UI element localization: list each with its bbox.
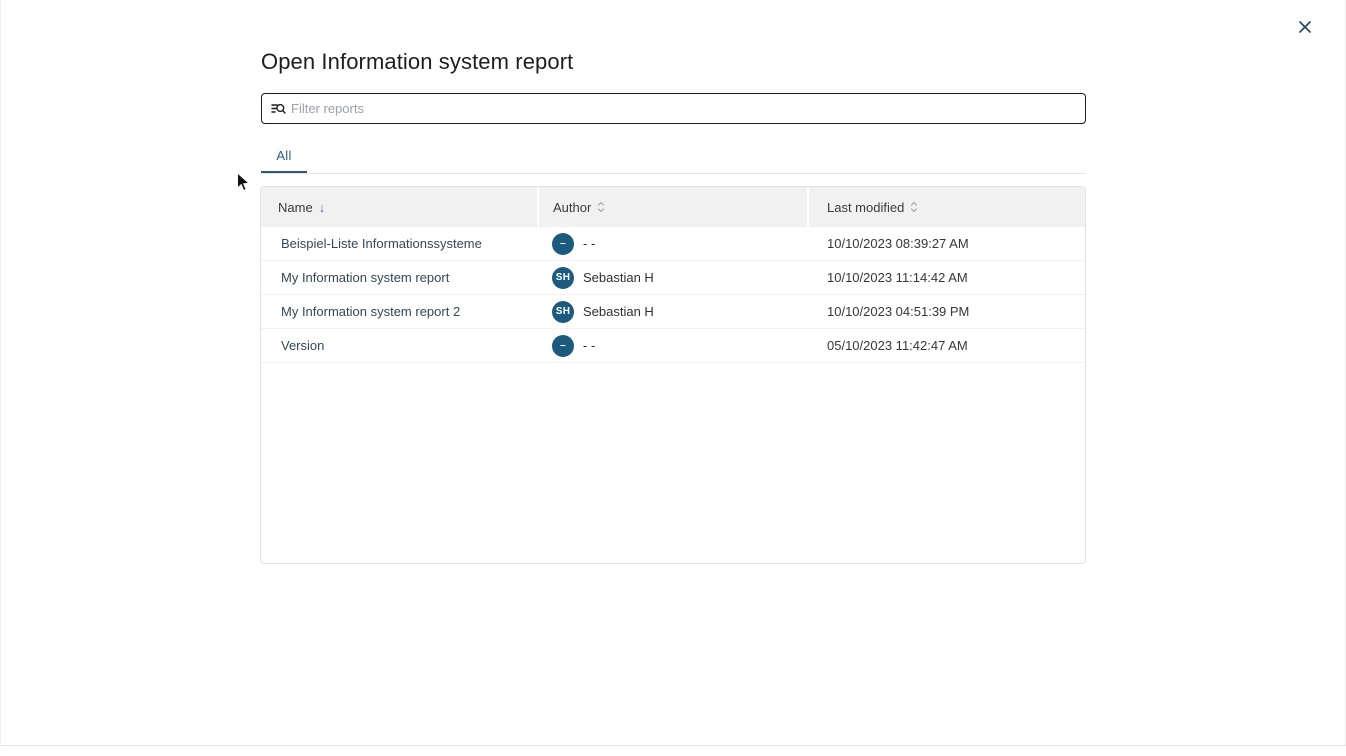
table-body: Beispiel-Liste Informationssysteme – - -…: [261, 227, 1085, 363]
filter-search-icon: [271, 101, 286, 116]
column-header-name[interactable]: Name ↓: [261, 187, 537, 227]
sort-unsorted-icon: [910, 201, 918, 213]
author-avatar: SH: [552, 301, 574, 323]
author-cell: SH Sebastian H: [539, 301, 809, 323]
mouse-cursor-icon: [236, 172, 251, 198]
author-cell: SH Sebastian H: [539, 267, 809, 289]
open-report-dialog: { "dialog": { "title": "Open Information…: [0, 0, 1346, 756]
table-row[interactable]: Version – - - 05/10/2023 11:42:47 AM: [261, 329, 1085, 363]
sort-descending-icon: ↓: [319, 200, 326, 215]
name-cell: My Information system report 2: [261, 303, 539, 321]
last-modified-cell: 10/10/2023 08:39:27 AM: [809, 236, 1085, 251]
reports-table: Name ↓ Author Last modified B: [260, 186, 1086, 564]
report-name-link[interactable]: Version: [281, 338, 324, 353]
report-name-link[interactable]: My Information system report 2: [281, 304, 460, 319]
column-label-author: Author: [553, 200, 591, 215]
column-header-last-modified[interactable]: Last modified: [809, 187, 1085, 227]
column-header-author[interactable]: Author: [539, 187, 807, 227]
filter-reports-input[interactable]: [291, 101, 1076, 116]
column-label-last-modified: Last modified: [827, 200, 904, 215]
name-cell: Beispiel-Liste Informationssysteme: [261, 235, 539, 253]
tabbar-divider: [261, 173, 1086, 174]
last-modified-cell: 05/10/2023 11:42:47 AM: [809, 338, 1085, 353]
name-cell: My Information system report: [261, 269, 539, 287]
author-cell: – - -: [539, 335, 809, 357]
table-row[interactable]: My Information system report SH Sebastia…: [261, 261, 1085, 295]
last-modified-cell: 10/10/2023 11:14:42 AM: [809, 270, 1085, 285]
sort-unsorted-icon: [597, 201, 605, 213]
modal-bottom-edge: [0, 745, 1346, 746]
column-label-name: Name: [278, 200, 313, 215]
report-name-link[interactable]: Beispiel-Liste Informationssysteme: [281, 236, 482, 251]
author-cell: – - -: [539, 233, 809, 255]
filter-reports-field[interactable]: [261, 93, 1086, 124]
author-name: Sebastian H: [583, 270, 654, 285]
author-name: - -: [583, 338, 595, 353]
table-row[interactable]: Beispiel-Liste Informationssysteme – - -…: [261, 227, 1085, 261]
table-header: Name ↓ Author Last modified: [261, 187, 1085, 227]
close-icon: [1297, 19, 1313, 35]
modal-left-edge: [0, 0, 1, 745]
author-name: - -: [583, 236, 595, 251]
author-avatar: –: [552, 335, 574, 357]
close-button[interactable]: [1294, 16, 1315, 37]
report-name-link[interactable]: My Information system report: [281, 270, 449, 285]
author-avatar: –: [552, 233, 574, 255]
dialog-title: Open Information system report: [261, 49, 573, 75]
author-name: Sebastian H: [583, 304, 654, 319]
tab-all[interactable]: All: [261, 139, 307, 171]
author-avatar: SH: [552, 267, 574, 289]
table-row[interactable]: My Information system report 2 SH Sebast…: [261, 295, 1085, 329]
name-cell: Version: [261, 337, 539, 355]
last-modified-cell: 10/10/2023 04:51:39 PM: [809, 304, 1085, 319]
